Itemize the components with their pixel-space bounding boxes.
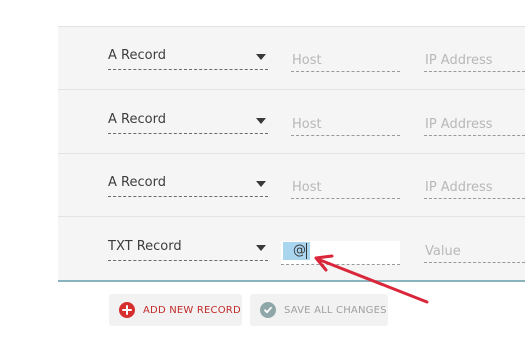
- record-type-select[interactable]: TXT Record: [108, 237, 268, 261]
- plus-circle-icon: [119, 302, 135, 318]
- record-type-select[interactable]: A Record: [108, 46, 268, 70]
- save-all-changes-label: SAVE ALL CHANGES: [284, 304, 387, 316]
- record-type-value: TXT Record: [108, 239, 182, 254]
- chevron-down-icon: [256, 245, 266, 251]
- record-row: A Record: [58, 27, 525, 90]
- ip-address-input[interactable]: [424, 174, 525, 199]
- chevron-down-icon: [256, 181, 266, 187]
- record-type-select[interactable]: A Record: [108, 173, 268, 197]
- record-row: A Record: [58, 154, 525, 217]
- value-input[interactable]: [424, 238, 525, 263]
- text-cursor: [306, 243, 307, 259]
- dns-records-panel: A Record A Record A Record TXT Record @: [58, 26, 525, 282]
- record-type-value: A Record: [108, 48, 166, 63]
- add-new-record-button[interactable]: ADD NEW RECORD: [109, 294, 242, 326]
- record-type-select[interactable]: A Record: [108, 110, 268, 134]
- chevron-down-icon: [256, 54, 266, 60]
- record-type-value: A Record: [108, 175, 166, 190]
- check-circle-icon: [260, 302, 276, 318]
- record-row: TXT Record @: [58, 218, 525, 281]
- chevron-down-icon: [256, 118, 266, 124]
- host-input[interactable]: [291, 47, 400, 72]
- host-input[interactable]: [291, 111, 400, 136]
- host-input[interactable]: @: [281, 241, 400, 265]
- save-all-changes-button[interactable]: SAVE ALL CHANGES: [250, 294, 388, 326]
- host-input[interactable]: [291, 174, 400, 199]
- add-new-record-label: ADD NEW RECORD: [143, 304, 241, 316]
- ip-address-input[interactable]: [424, 47, 525, 72]
- record-row: A Record: [58, 91, 525, 154]
- ip-address-input[interactable]: [424, 111, 525, 136]
- record-type-value: A Record: [108, 112, 166, 127]
